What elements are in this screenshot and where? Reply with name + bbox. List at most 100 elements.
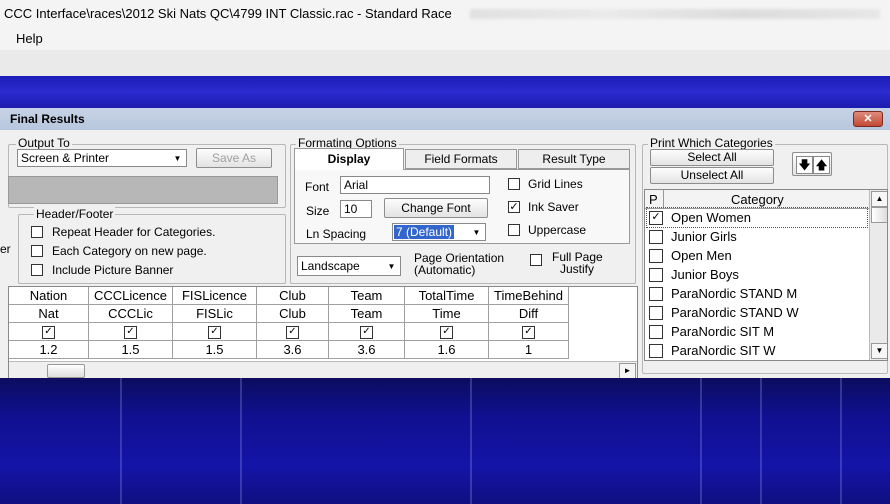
category-name: ParaNordic STAND M	[671, 286, 798, 301]
column-header[interactable]: TimeBehind	[489, 287, 569, 305]
include-picture-banner-label: Include Picture Banner	[52, 263, 174, 277]
column-width-value[interactable]: 1.5	[89, 341, 173, 359]
menu-help[interactable]: Help	[16, 31, 43, 46]
column-code[interactable]: Time	[405, 305, 489, 323]
scroll-right-arrow-icon[interactable]: ►	[619, 363, 636, 379]
column-width-value[interactable]: 1.2	[9, 341, 89, 359]
tab-result-type[interactable]: Result Type	[518, 149, 630, 169]
column-include-checkbox[interactable]: ✓	[405, 323, 489, 341]
column-code[interactable]: FISLic	[173, 305, 257, 323]
column-code[interactable]: Team	[329, 305, 405, 323]
font-field[interactable]: Arial	[340, 176, 490, 194]
category-list-item[interactable]: Junior Boys	[647, 265, 867, 284]
down-arrow-icon[interactable]: 🡇	[796, 156, 813, 174]
vertical-scrollbar[interactable]: ▲ ▼	[869, 190, 887, 360]
select-all-button[interactable]: Select All	[650, 149, 774, 166]
scroll-down-arrow-icon[interactable]: ▼	[871, 343, 887, 359]
full-page-justify-checkbox[interactable]	[530, 254, 542, 266]
window-title: CCC Interface\races\2012 Ski Nats QC\479…	[4, 6, 452, 21]
background-stripe	[760, 378, 762, 504]
clipped-label-fragment: er	[0, 242, 11, 256]
column-width-value[interactable]: 1.6	[405, 341, 489, 359]
category-list-item[interactable]: Junior Girls	[647, 227, 867, 246]
column-width-value[interactable]: 1.5	[173, 341, 257, 359]
size-field[interactable]: 10	[340, 200, 372, 218]
grid-lines-checkbox[interactable]	[508, 178, 520, 190]
ln-spacing-select[interactable]: 7 (Default) ▼	[392, 223, 486, 241]
column-header[interactable]: TotalTime	[405, 287, 489, 305]
column-code[interactable]: Diff	[489, 305, 569, 323]
tab-display[interactable]: Display	[294, 148, 404, 170]
checkbox[interactable]: ✓	[522, 326, 535, 340]
chevron-down-icon: ▼	[173, 154, 182, 163]
category-list-item[interactable]: ParaNordic STAND W	[647, 303, 867, 322]
chevron-down-icon: ▼	[472, 228, 481, 237]
category-checkbox[interactable]	[649, 230, 663, 244]
column-header-category: Category	[731, 192, 784, 207]
category-checkbox[interactable]	[649, 287, 663, 301]
close-button[interactable]: ✕	[853, 111, 883, 127]
window-titlebar: CCC Interface\races\2012 Ski Nats QC\479…	[0, 0, 890, 28]
column-code[interactable]: Nat	[9, 305, 89, 323]
category-list-item[interactable]: ParaNordic SIT W	[647, 341, 867, 360]
category-list-item[interactable]: Open Men	[647, 246, 867, 265]
uppercase-checkbox[interactable]	[508, 224, 520, 236]
column-include-checkbox[interactable]: ✓	[9, 323, 89, 341]
repeat-header-checkbox[interactable]	[31, 226, 43, 238]
category-checkbox[interactable]	[649, 268, 663, 282]
each-category-new-page-checkbox[interactable]	[31, 245, 43, 257]
background-stripe	[700, 378, 702, 504]
include-picture-banner-checkbox[interactable]	[31, 264, 43, 276]
unselect-all-button[interactable]: Unselect All	[650, 167, 774, 184]
blue-banner	[0, 76, 890, 108]
category-name: ParaNordic SIT M	[671, 324, 775, 339]
tab-field-formats[interactable]: Field Formats	[405, 149, 517, 169]
category-checkbox[interactable]	[649, 306, 663, 320]
column-width-value[interactable]: 1	[489, 341, 569, 359]
column-header[interactable]: Team	[329, 287, 405, 305]
scrollbar-thumb[interactable]	[47, 364, 85, 378]
column-include-checkbox[interactable]: ✓	[489, 323, 569, 341]
category-checkbox[interactable]	[649, 325, 663, 339]
category-list-item[interactable]: ✓ Open Women	[646, 207, 868, 228]
orientation-select[interactable]: Landscape ▼	[297, 256, 401, 276]
scroll-up-arrow-icon[interactable]: ▲	[871, 191, 887, 207]
checkbox[interactable]: ✓	[440, 326, 453, 340]
up-arrow-icon[interactable]: 🡅	[813, 156, 830, 174]
category-checkbox[interactable]	[649, 344, 663, 358]
change-font-button[interactable]: Change Font	[384, 198, 488, 218]
checkbox[interactable]: ✓	[208, 326, 221, 340]
column-code[interactable]: Club	[257, 305, 329, 323]
checkbox[interactable]: ✓	[42, 326, 55, 340]
column-width-value[interactable]: 3.6	[329, 341, 405, 359]
column-header[interactable]: Club	[257, 287, 329, 305]
horizontal-scrollbar[interactable]: ►	[9, 361, 637, 379]
column-header[interactable]: Nation	[9, 287, 89, 305]
dialog-titlebar: Final Results	[0, 108, 890, 130]
column-header[interactable]: FISLicence	[173, 287, 257, 305]
column-include-checkbox[interactable]: ✓	[257, 323, 329, 341]
category-name: Open Men	[671, 248, 732, 263]
column-include-checkbox[interactable]: ✓	[89, 323, 173, 341]
output-to-value: Screen & Printer	[21, 151, 110, 165]
checkbox[interactable]: ✓	[360, 326, 373, 340]
column-header-p: P	[649, 192, 658, 207]
column-include-checkbox[interactable]: ✓	[329, 323, 405, 341]
column-width-value[interactable]: 3.6	[257, 341, 329, 359]
checkbox[interactable]: ✓	[124, 326, 137, 340]
save-as-button[interactable]: Save As	[196, 148, 272, 168]
font-label: Font	[305, 180, 330, 194]
category-checkbox[interactable]	[649, 249, 663, 263]
uppercase-label: Uppercase	[528, 223, 587, 237]
ln-spacing-value: 7 (Default)	[394, 225, 455, 239]
category-list-item[interactable]: ParaNordic SIT M	[647, 322, 867, 341]
category-checkbox[interactable]: ✓	[649, 211, 663, 225]
scrollbar-thumb[interactable]	[871, 207, 887, 223]
ink-saver-checkbox[interactable]: ✓	[508, 201, 520, 213]
column-include-checkbox[interactable]: ✓	[173, 323, 257, 341]
checkbox[interactable]: ✓	[286, 326, 299, 340]
column-code[interactable]: CCCLic	[89, 305, 173, 323]
output-to-select[interactable]: Screen & Printer ▼	[17, 149, 187, 167]
column-header[interactable]: CCCLicence	[89, 287, 173, 305]
category-list-item[interactable]: ParaNordic STAND M	[647, 284, 867, 303]
